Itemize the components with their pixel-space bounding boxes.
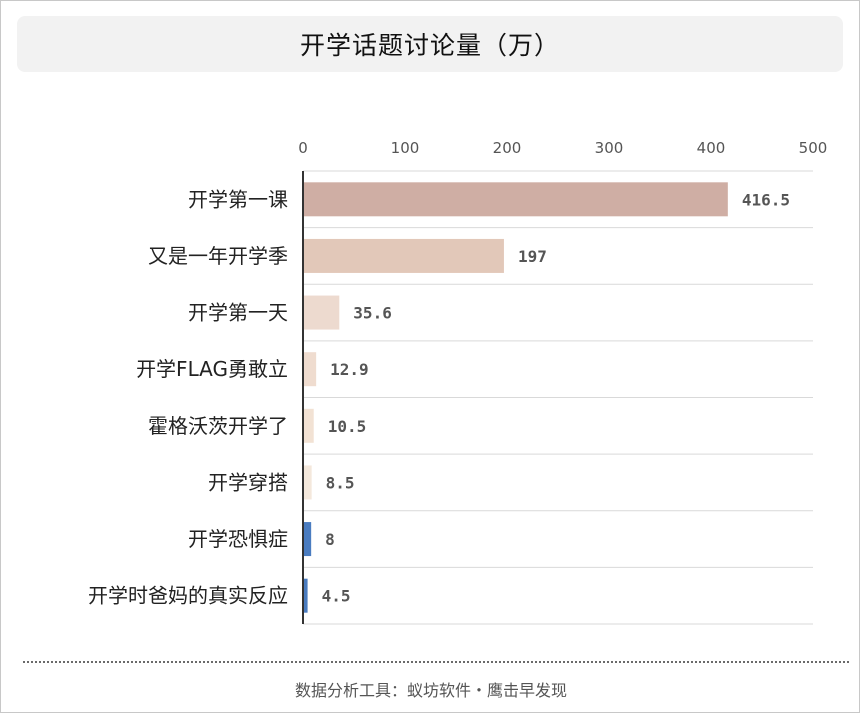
bar (303, 522, 312, 557)
category-label: 开学第一天 (188, 301, 288, 325)
data-label: 197 (518, 247, 547, 266)
footer-source: 数据分析工具：蚁坊软件・鹰击早发现 (294, 681, 567, 700)
data-label: 4.5 (322, 587, 351, 606)
category-label: 开学时爸妈的真实反应 (88, 584, 288, 608)
bar (303, 238, 504, 273)
category-label: 开学恐惧症 (188, 527, 288, 551)
category-label: 霍格沃茨开学了 (148, 414, 288, 438)
chart-frame: 开学话题讨论量（万） 0 100 200 300 400 500 开学第一课 416.5 又是一… (0, 0, 860, 713)
category-label: 又是一年开学季 (148, 244, 288, 268)
data-label: 12.9 (330, 360, 369, 379)
category-label: 开学第一课 (188, 187, 288, 211)
category-label: 开学穿搭 (208, 470, 288, 494)
footer-divider (23, 661, 849, 663)
x-tick-label: 400 (697, 139, 726, 157)
data-label: 35.6 (353, 304, 392, 323)
bar-chart: 0 100 200 300 400 500 开学第一课 416.5 又是一年开学季 197 开学第一… (88, 139, 828, 625)
bar (303, 182, 728, 217)
x-tick-label: 200 (493, 139, 522, 157)
bar (303, 352, 317, 387)
data-label: 416.5 (742, 190, 790, 209)
x-tick-label: 500 (799, 139, 828, 157)
bar (303, 408, 314, 443)
bar (303, 295, 340, 330)
data-label: 10.5 (328, 417, 367, 436)
x-tick-label: 300 (595, 139, 624, 157)
bar (303, 465, 312, 500)
data-label: 8 (325, 530, 335, 549)
data-label: 8.5 (326, 473, 355, 492)
category-label: 开学FLAG勇敢立 (136, 357, 288, 381)
x-tick-label: 100 (391, 139, 420, 157)
x-tick-label: 0 (298, 139, 308, 157)
